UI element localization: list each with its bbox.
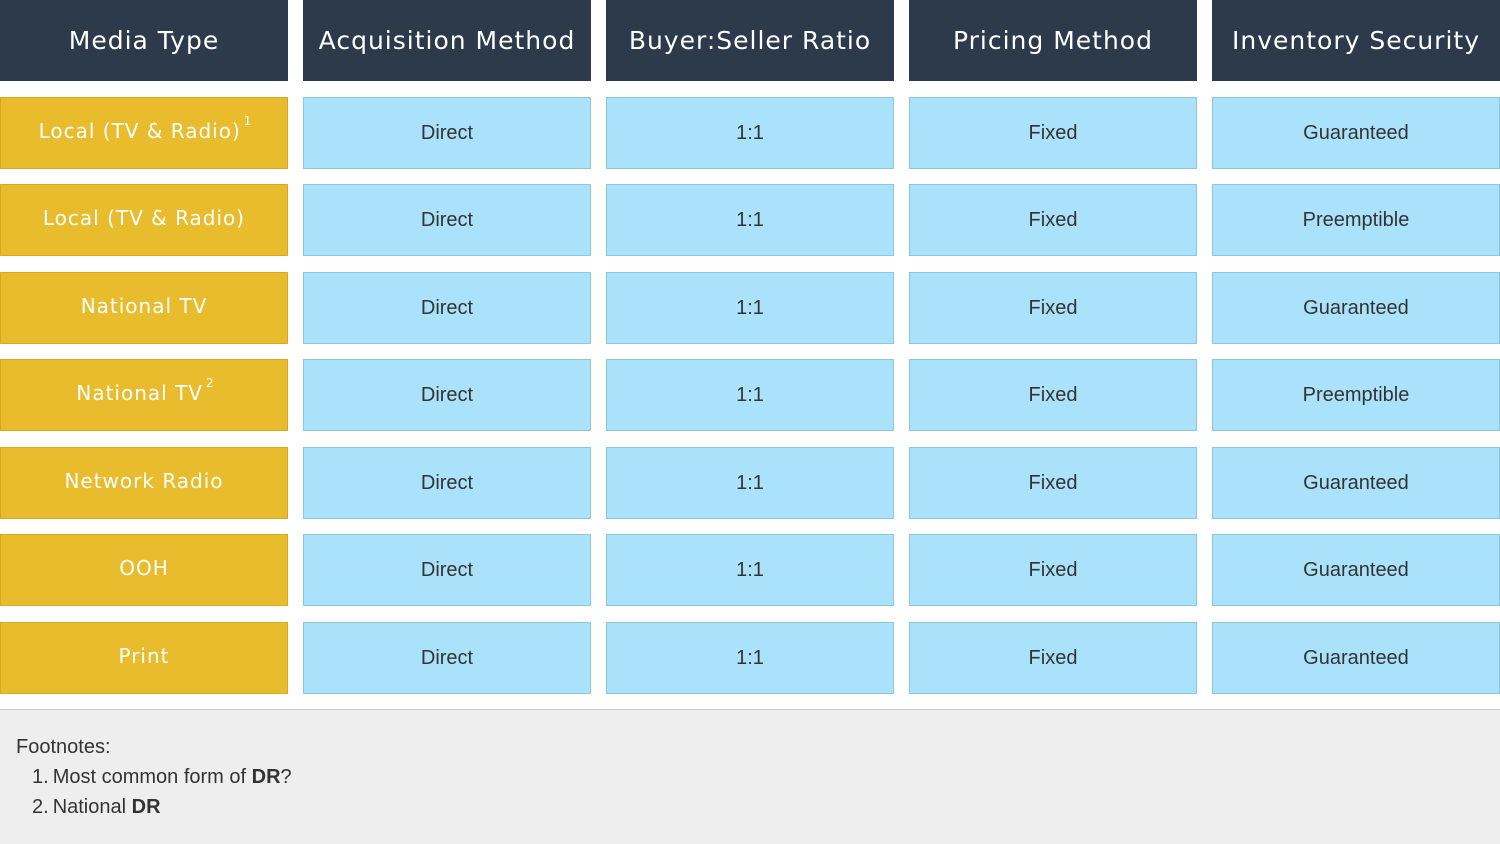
table-row: National TV Direct 1:1 Fixed Guaranteed <box>0 272 1500 344</box>
ratio-cell: 1:1 <box>606 534 894 606</box>
security-cell: Guaranteed <box>1212 97 1500 169</box>
table-row: Print Direct 1:1 Fixed Guaranteed <box>0 622 1500 694</box>
footnotes-panel: Footnotes: 1. Most common form of DR? 2. N… <box>0 709 1500 844</box>
media-type-label: National TV <box>80 294 208 318</box>
security-cell: Preemptible <box>1212 184 1500 256</box>
pricing-cell: Fixed <box>909 622 1197 694</box>
footnotes-title: Footnotes: <box>16 736 111 758</box>
footnote-text: Most common form of <box>52 766 252 788</box>
media-type-label: National TV <box>76 381 203 405</box>
acquisition-cell: Direct <box>303 184 591 256</box>
ratio-cell: 1:1 <box>606 272 894 344</box>
footnote-bold-text: DR <box>131 796 161 818</box>
media-type-label: Network Radio <box>64 469 224 493</box>
acquisition-cell: Direct <box>303 622 591 694</box>
ratio-cell: 1:1 <box>606 97 894 169</box>
media-type-label: Local (TV & Radio) <box>38 119 241 143</box>
media-type-cell: Print <box>0 622 288 694</box>
ratio-cell: 1:1 <box>606 359 894 431</box>
pricing-cell: Fixed <box>909 447 1197 519</box>
security-cell: Guaranteed <box>1212 272 1500 344</box>
footnote-item: 1. Most common form of DR? <box>32 766 292 789</box>
media-type-cell: National TV 2 <box>0 359 288 431</box>
acquisition-cell: Direct <box>303 447 591 519</box>
security-cell: Guaranteed <box>1212 534 1500 606</box>
acquisition-cell: Direct <box>303 97 591 169</box>
acquisition-cell: Direct <box>303 272 591 344</box>
table-header-row: Media Type Acquisition Method Buyer:Sell… <box>0 0 1500 81</box>
footnote-number: 2. <box>32 796 49 818</box>
table-row: Local (TV & Radio) Direct 1:1 Fixed Pree… <box>0 184 1500 256</box>
acquisition-cell: Direct <box>303 359 591 431</box>
table-row: Network Radio Direct 1:1 Fixed Guarantee… <box>0 447 1500 519</box>
table-row: OOH Direct 1:1 Fixed Guaranteed <box>0 534 1500 606</box>
ratio-cell: 1:1 <box>606 622 894 694</box>
media-type-cell: National TV <box>0 272 288 344</box>
footnote-marker: 1 <box>243 114 253 128</box>
media-type-cell: Local (TV & Radio) 1 <box>0 97 288 169</box>
footnote-marker: 2 <box>205 376 215 390</box>
footnote-number: 1. <box>32 766 49 788</box>
media-type-cell: Network Radio <box>0 447 288 519</box>
security-cell: Guaranteed <box>1212 622 1500 694</box>
table-row: National TV 2 Direct 1:1 Fixed Preemptibl… <box>0 359 1500 431</box>
ratio-cell: 1:1 <box>606 184 894 256</box>
security-cell: Preemptible <box>1212 359 1500 431</box>
security-cell: Guaranteed <box>1212 447 1500 519</box>
pricing-cell: Fixed <box>909 184 1197 256</box>
header-inventory-security: Inventory Security <box>1212 0 1500 81</box>
header-media-type: Media Type <box>0 0 288 81</box>
media-type-cell: OOH <box>0 534 288 606</box>
ratio-cell: 1:1 <box>606 447 894 519</box>
acquisition-cell: Direct <box>303 534 591 606</box>
pricing-cell: Fixed <box>909 534 1197 606</box>
footnote-suffix: ? <box>280 766 292 788</box>
header-buyer-seller-ratio: Buyer:Seller Ratio <box>606 0 894 81</box>
media-type-label: OOH <box>119 556 169 580</box>
media-type-label: Local (TV & Radio) <box>42 206 246 230</box>
header-pricing-method: Pricing Method <box>909 0 1197 81</box>
pricing-cell: Fixed <box>909 272 1197 344</box>
media-type-label: Print <box>118 644 170 668</box>
footnote-bold-text: DR <box>251 766 281 788</box>
pricing-cell: Fixed <box>909 359 1197 431</box>
footnote-text: National <box>52 796 132 818</box>
media-type-cell: Local (TV & Radio) <box>0 184 288 256</box>
header-acquisition-method: Acquisition Method <box>303 0 591 81</box>
footnote-item: 2. National DR <box>32 796 161 819</box>
table-row: Local (TV & Radio) 1 Direct 1:1 Fixed Gua… <box>0 97 1500 169</box>
pricing-cell: Fixed <box>909 97 1197 169</box>
